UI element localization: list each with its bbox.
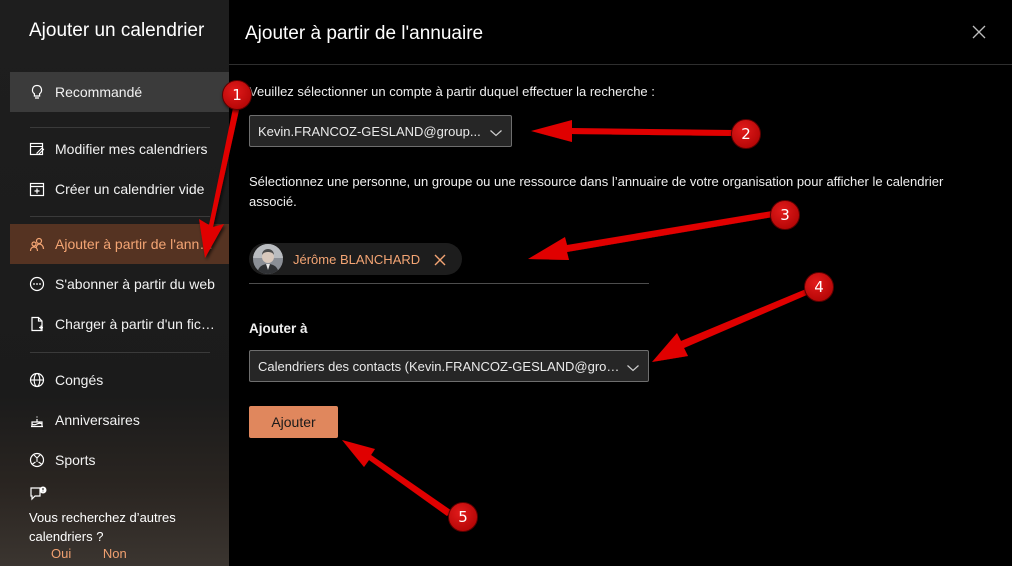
panel-header: Ajouter à partir de l'annuaire (229, 0, 1012, 65)
sidebar-item-sports[interactable]: Sports (10, 440, 229, 480)
sidebar-divider (30, 127, 210, 128)
sidebar-item-label: Recommandé (55, 84, 143, 100)
annotation-badge-3: 3 (770, 200, 800, 230)
add-to-label: Ajouter à (249, 321, 308, 336)
sidebar-item-recommended[interactable]: Recommandé (10, 72, 229, 112)
edit-calendar-icon (28, 141, 45, 158)
account-dropdown-value: Kevin.FRANCOZ-GESLAND@group... (258, 123, 481, 139)
close-icon[interactable] (969, 22, 989, 42)
sidebar-item-subscribe-web[interactable]: S'abonner à partir du web (10, 264, 229, 304)
sidebar-item-upload-file[interactable]: Charger à partir d'un fichier (10, 304, 229, 344)
feedback-icon (29, 486, 49, 504)
sidebar-item-from-directory[interactable]: Ajouter à partir de l'annuaire (10, 224, 229, 264)
chevron-down-icon (489, 126, 503, 137)
chevron-down-icon (626, 361, 640, 372)
sidebar-item-label: Charger à partir d'un fichier (55, 316, 215, 332)
sidebar-title: Ajouter un calendrier (29, 20, 205, 41)
avatar (253, 244, 283, 274)
sidebar-item-create-calendar[interactable]: Créer un calendrier vide (10, 169, 229, 209)
feedback-question: Vous recherchez d’autres calendriers ? (29, 510, 176, 544)
sidebar-item-birthdays[interactable]: Anniversaires (10, 400, 229, 440)
sidebar-item-label: Ajouter à partir de l'annuaire (55, 236, 215, 252)
sidebar-divider (30, 216, 210, 217)
sidebar-item-label: Congés (55, 372, 104, 388)
main-panel: Ajouter à partir de l'annuaire Veuillez … (229, 0, 1012, 566)
feedback-no-link[interactable]: Non (103, 546, 127, 561)
annotation-badge-1: 1 (222, 80, 252, 110)
directory-instructions: Sélectionnez une personne, un groupe ou … (249, 174, 944, 209)
account-prompt: Veuillez sélectionner un compte à partir… (249, 84, 655, 99)
selected-person-chip[interactable]: Jérôme BLANCHARD (249, 243, 462, 275)
sidebar-item-edit-calendars[interactable]: Modifier mes calendriers (10, 129, 229, 169)
account-dropdown[interactable]: Kevin.FRANCOZ-GESLAND@group... (249, 115, 512, 147)
globe-icon (28, 372, 45, 389)
file-upload-icon (28, 316, 45, 333)
sidebar-divider (30, 352, 210, 353)
add-to-dropdown[interactable]: Calendriers des contacts (Kevin.FRANCOZ-… (249, 350, 649, 382)
sidebar-item-holidays[interactable]: Congés (10, 360, 229, 400)
selected-person-name: Jérôme BLANCHARD (293, 251, 421, 267)
feedback-links: Oui Non (51, 546, 155, 561)
people-picker-underline (249, 283, 649, 284)
annotation-badge-2: 2 (731, 119, 761, 149)
people-icon (28, 236, 45, 253)
lightbulb-icon (28, 84, 45, 101)
cake-icon (28, 412, 45, 429)
sidebar-item-label: Créer un calendrier vide (55, 181, 205, 197)
web-icon (28, 276, 45, 293)
page-title: Ajouter à partir de l'annuaire (245, 23, 484, 44)
sidebar-item-label: Sports (55, 452, 96, 468)
annotation-badge-4: 4 (804, 272, 834, 302)
feedback-yes-link[interactable]: Oui (51, 546, 71, 561)
sidebar-item-label: Anniversaires (55, 412, 140, 428)
add-button[interactable]: Ajouter (249, 406, 338, 438)
remove-person-icon[interactable] (434, 253, 446, 266)
annotation-badge-5: 5 (448, 502, 478, 532)
sidebar-item-label: S'abonner à partir du web (55, 276, 215, 292)
add-calendar-icon (28, 181, 45, 198)
ball-icon (28, 452, 45, 469)
sidebar-item-label: Modifier mes calendriers (55, 141, 208, 157)
sidebar: Ajouter un calendrier Recommandé Modifie… (0, 0, 229, 566)
add-to-dropdown-value: Calendriers des contacts (Kevin.FRANCOZ-… (258, 358, 620, 374)
